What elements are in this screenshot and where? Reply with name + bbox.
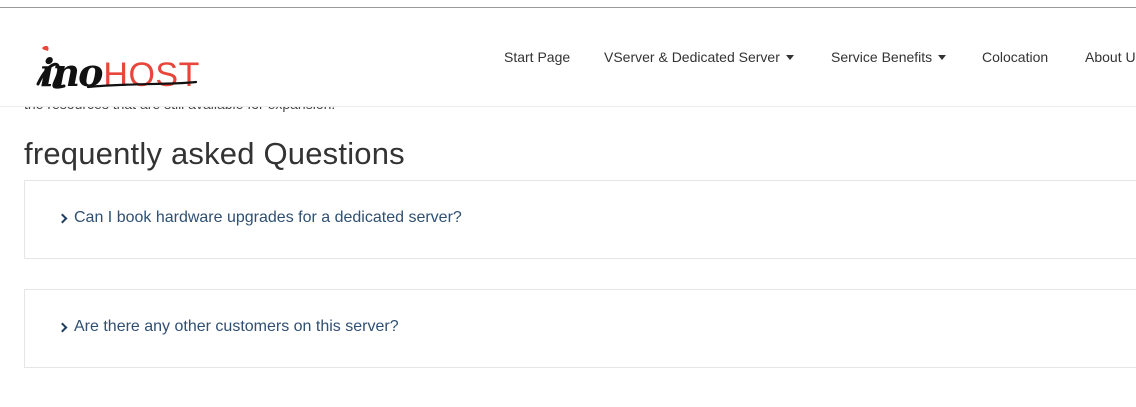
faq-item[interactable]: Can I book hardware upgrades for a dedic… bbox=[24, 180, 1136, 259]
nav-label: VServer & Dedicated Server bbox=[604, 49, 780, 65]
nav-vserver-dedicated[interactable]: VServer & Dedicated Server bbox=[604, 49, 794, 65]
faq-item[interactable]: Are there any other customers on this se… bbox=[24, 289, 1136, 368]
nav-label: Service Benefits bbox=[831, 49, 933, 65]
caret-down-icon bbox=[785, 55, 794, 60]
main-navigation: Start Page VServer & Dedicated Server Se… bbox=[0, 8, 1136, 107]
nav-about-us[interactable]: About U bbox=[1085, 49, 1136, 65]
caret-down-icon bbox=[938, 55, 947, 60]
faq-question-text: Are there any other customers on this se… bbox=[74, 318, 399, 335]
faq-heading: frequently asked Questions bbox=[24, 136, 405, 171]
nav-label: About U bbox=[1085, 49, 1136, 65]
faq-question-text: Can I book hardware upgrades for a dedic… bbox=[74, 209, 462, 226]
nav-start-page[interactable]: Start Page bbox=[504, 49, 570, 65]
nav-label: Colocation bbox=[982, 49, 1049, 65]
nav-label: Start Page bbox=[504, 49, 571, 65]
faq-question-toggle[interactable]: Are there any other customers on this se… bbox=[57, 318, 399, 336]
chevron-right-icon bbox=[57, 213, 68, 224]
nav-service-benefits[interactable]: Service Benefits bbox=[831, 49, 947, 65]
faq-question-toggle[interactable]: Can I book hardware upgrades for a dedic… bbox=[57, 209, 462, 227]
nav-colocation[interactable]: Colocation bbox=[982, 49, 1048, 65]
chevron-right-icon bbox=[57, 322, 68, 333]
site-header: ino HOST Start Page VServer & Dedicated … bbox=[0, 8, 1136, 107]
